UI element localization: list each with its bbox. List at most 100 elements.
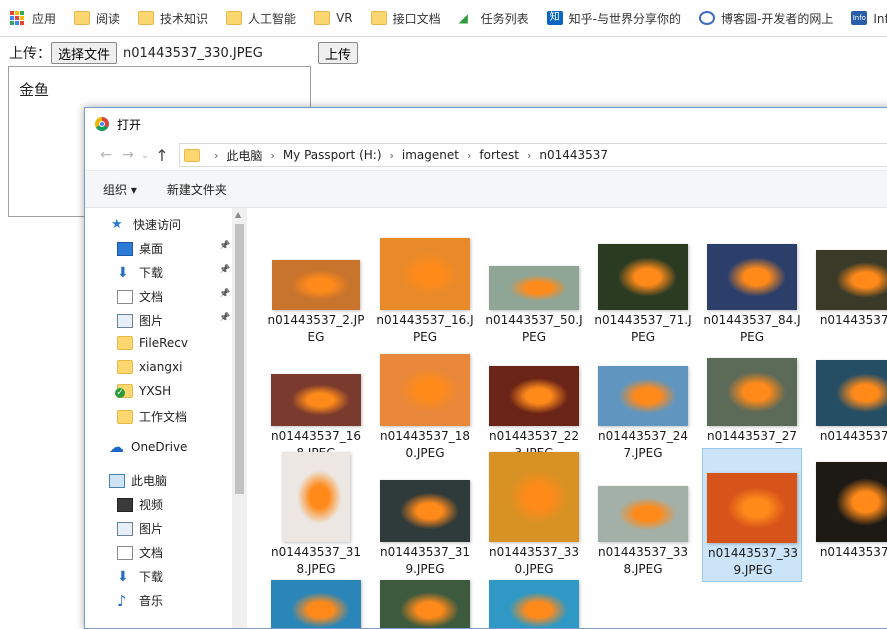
upload-button[interactable]: 上传: [318, 42, 359, 64]
up-arrow-icon[interactable]: ↑: [151, 146, 173, 165]
goldfish-thumbnail: [816, 462, 887, 542]
breadcrumb-segment[interactable]: 此电脑: [226, 147, 262, 164]
dialog-title: 打开: [117, 117, 142, 132]
file-tile[interactable]: [375, 580, 475, 628]
nav-item-label: 下载: [139, 266, 164, 280]
breadcrumb-separator-icon: ›: [526, 148, 532, 162]
folder-icon: [138, 11, 155, 25]
breadcrumb-separator-icon: ›: [270, 148, 275, 162]
new-folder-button[interactable]: 新建文件夹: [167, 181, 227, 198]
goldfish-thumbnail: [380, 580, 470, 628]
bookmark-item[interactable]: 人工智能: [226, 0, 296, 36]
file-tile[interactable]: n01443537_16.JPEG: [375, 216, 475, 350]
address-bar[interactable]: › 此电脑 › My Passport (H:) › imagenet › fortest › n…: [179, 143, 887, 167]
nav-item[interactable]: ⬇ 下载: [117, 264, 163, 281]
file-tile[interactable]: n01443537_2: [811, 332, 887, 466]
navigation-pane-scrollbar[interactable]: ▲: [232, 208, 247, 628]
pin-icon[interactable]: 📌: [219, 241, 230, 251]
bookmark-label: InfoQ-促: [873, 11, 887, 26]
goldfish-thumbnail: [707, 473, 797, 543]
file-tile[interactable]: n01443537_180.JPEG: [375, 332, 475, 466]
bookmark-item[interactable]: 技术知识: [138, 0, 208, 36]
nav-item[interactable]: 文档: [117, 544, 163, 561]
file-tile[interactable]: n01443537_50.JPEG: [484, 216, 584, 350]
file-tile[interactable]: n01443537_84.JPEG: [702, 216, 802, 350]
nav-item-label: 图片: [139, 522, 164, 536]
bookmark-item[interactable]: 接口文档: [370, 0, 441, 36]
nav-item[interactable]: xiangxi: [117, 360, 182, 374]
file-name: n01443537_318.JPEG: [271, 545, 361, 576]
nav-item[interactable]: ☁ OneDrive: [109, 438, 187, 456]
nav-item[interactable]: ★ 快速访问: [111, 216, 181, 233]
scrollbar-thumb[interactable]: [235, 224, 244, 494]
bookmark-item[interactable]: 知知乎-与世界分享你的: [546, 0, 681, 36]
file-tile[interactable]: n01443537_275.JPEG: [702, 332, 802, 466]
check-badge-icon: ✓: [115, 388, 125, 398]
file-tile[interactable]: n01443537_168.JPEG: [266, 332, 366, 466]
file-tile[interactable]: n01443537_319.JPEG: [375, 448, 475, 582]
bookmarks-bar: 应用 阅读 技术知识 人工智能 VR 接口文档 ◢ 任务列表 知知乎-与世界分享你的 博客园-开发…: [0, 0, 887, 37]
organize-menu[interactable]: 组织 ▾: [103, 181, 137, 198]
file-tile[interactable]: n01443537_318.JPEG: [266, 448, 366, 582]
onedrive-cloud-icon: ☁: [109, 438, 124, 456]
nav-item[interactable]: 视频: [117, 496, 163, 513]
nav-item[interactable]: 此电脑: [109, 472, 167, 489]
nav-item[interactable]: ⬇ 下载: [117, 568, 163, 585]
nav-item[interactable]: 工作文档: [117, 408, 187, 425]
pin-icon[interactable]: 📌: [219, 289, 230, 299]
nav-item-label: FileRecv: [139, 336, 188, 350]
nav-item[interactable]: ♪ 音乐: [117, 592, 163, 609]
file-tile[interactable]: [266, 580, 366, 628]
file-tile[interactable]: n01443537_339.JPEG: [702, 448, 802, 582]
nav-item[interactable]: 图片: [117, 520, 163, 537]
video-icon: [117, 497, 133, 512]
file-tile[interactable]: n01443537_3: [811, 448, 887, 582]
bookmark-label: 技术知识: [160, 11, 209, 26]
file-tile[interactable]: n01443537_71.JPEG: [593, 216, 693, 350]
file-tile[interactable]: [484, 580, 584, 628]
open-file-dialog: 打开 ← → ⌄ ↑ › 此电脑 › My Passport (H:) › imagene…: [84, 107, 887, 629]
back-arrow-icon[interactable]: ←: [95, 147, 117, 163]
recent-locations-dropdown-icon[interactable]: ⌄: [139, 150, 151, 161]
nav-item[interactable]: FileRecv: [117, 336, 188, 350]
pin-icon[interactable]: 📌: [219, 313, 230, 323]
nav-item[interactable]: ✓ YXSH: [115, 384, 172, 398]
nav-item[interactable]: 图片: [117, 312, 163, 329]
nav-item-label: 工作文档: [139, 410, 188, 424]
nav-item[interactable]: 桌面: [117, 240, 163, 257]
choose-file-button[interactable]: 选择文件: [51, 42, 118, 64]
file-tile[interactable]: n01443537_247.JPEG: [593, 332, 693, 466]
file-tile[interactable]: n01443537_223.JPEG: [484, 332, 584, 466]
goldfish-thumbnail: [816, 250, 887, 310]
goldfish-thumbnail: [489, 366, 579, 426]
nav-item-label: 文档: [139, 546, 164, 560]
file-tile[interactable]: n01443537_2.JPEG: [266, 216, 366, 350]
goldfish-thumbnail: [707, 358, 797, 426]
breadcrumb-segment[interactable]: My Passport (H:): [283, 148, 382, 162]
bookmark-label: 接口文档: [392, 11, 441, 26]
breadcrumb-segment[interactable]: imagenet: [402, 148, 459, 162]
folder-icon: [117, 336, 133, 350]
nav-item[interactable]: 文档: [117, 288, 163, 305]
dialog-titlebar: 打开: [85, 108, 887, 140]
bookmark-item[interactable]: 应用: [10, 0, 56, 36]
file-tile[interactable]: n01443537_1: [811, 216, 887, 350]
file-tile[interactable]: n01443537_330.JPEG: [484, 448, 584, 582]
file-name: n01443537_2: [819, 429, 887, 443]
bookmark-item[interactable]: 博客园-开发者的网上: [698, 0, 834, 36]
pin-icon[interactable]: 📌: [219, 265, 230, 275]
forward-arrow-icon[interactable]: →: [117, 147, 139, 163]
breadcrumb-segment[interactable]: n01443537: [539, 148, 608, 162]
bookmark-item[interactable]: ◢ 任务列表: [459, 0, 529, 36]
bookmark-label: 人工智能: [248, 11, 297, 26]
bookmark-item[interactable]: VR: [314, 0, 353, 36]
bookmark-item[interactable]: 阅读: [74, 0, 120, 36]
nav-item-label: YXSH: [139, 384, 172, 398]
scroll-up-arrow-icon[interactable]: ▲: [235, 210, 241, 219]
goldfish-thumbnail: [271, 580, 361, 628]
bookmark-label: 应用: [32, 11, 57, 26]
bookmark-item[interactable]: Info InfoQ-促: [851, 0, 887, 36]
breadcrumb-segment[interactable]: fortest: [479, 148, 519, 162]
file-tile[interactable]: n01443537_338.JPEG: [593, 448, 693, 582]
bookmark-label: 博客园-开发者的网上: [720, 11, 834, 26]
